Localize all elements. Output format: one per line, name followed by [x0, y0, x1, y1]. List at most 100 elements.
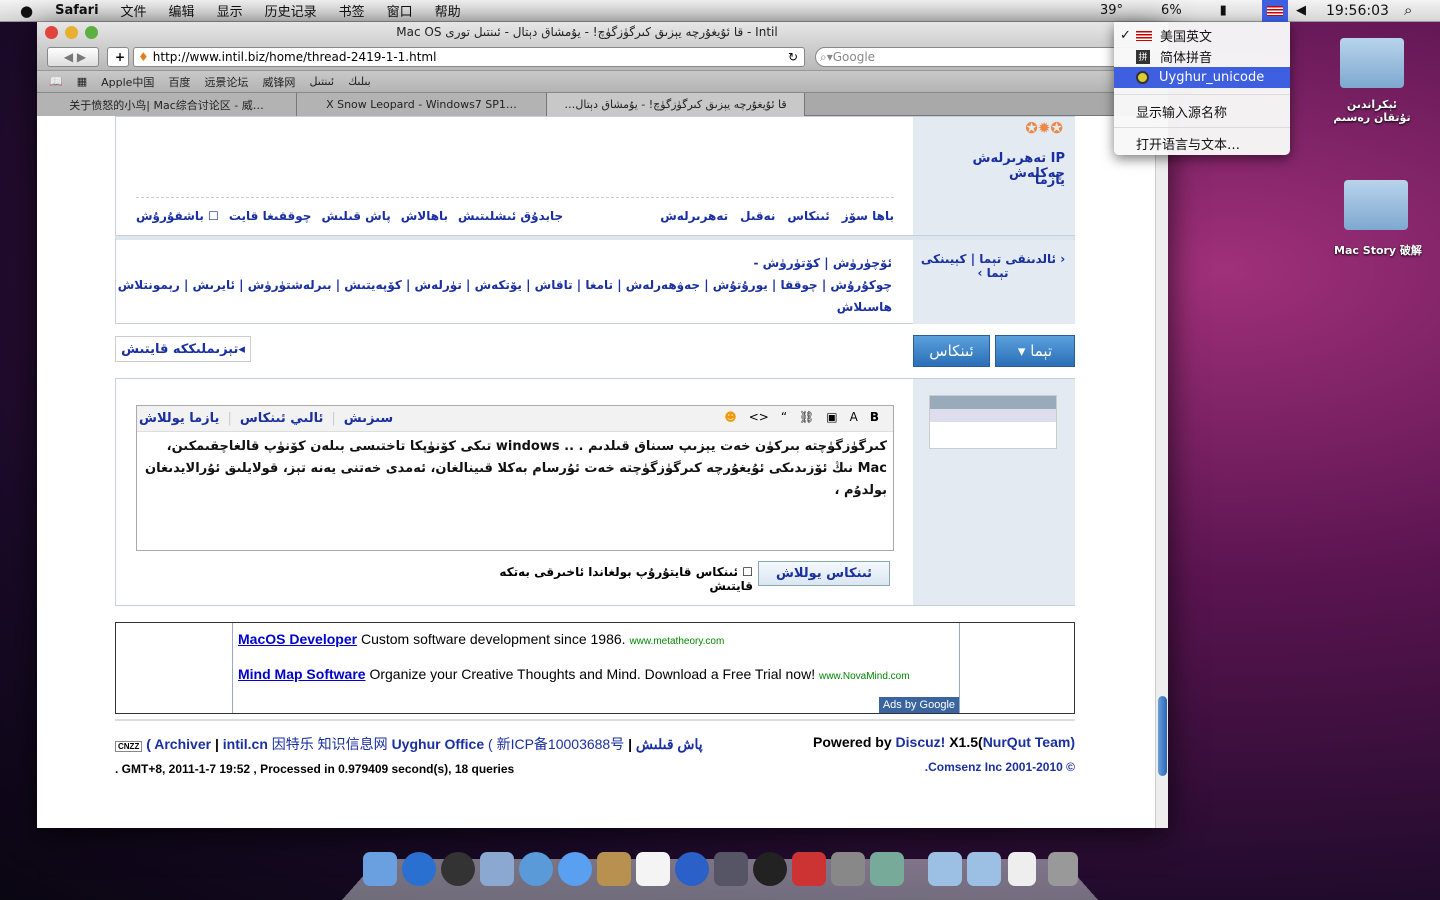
new-thread-button[interactable]: تېما ▾ — [995, 335, 1075, 367]
app-store-icon[interactable] — [402, 852, 436, 886]
ichat-icon[interactable] — [558, 852, 592, 886]
mod-link[interactable]: چوكۇرۇش | چوققا | يورۇتۇش | جەۋھەرلەش | … — [114, 274, 892, 296]
menu-help[interactable]: 帮助 — [435, 1, 461, 20]
copyright-link[interactable]: .Comsenz Inc 2001-2010 © — [925, 760, 1075, 774]
menu-item-show-names[interactable]: 显示输入源名称 — [1114, 101, 1290, 122]
quote-icon[interactable]: “ — [781, 410, 787, 424]
angry-birds-icon[interactable] — [792, 852, 826, 886]
team-link[interactable]: NurQut Team) — [983, 734, 1075, 750]
temp-readout[interactable]: 39° — [1100, 3, 1123, 18]
menu-item-open-prefs[interactable]: 打开语言与文本… — [1114, 133, 1290, 154]
editor-tab-advanced[interactable]: ئالىي ئىنكاس — [240, 411, 324, 426]
quote-link[interactable]: نەقىل — [740, 209, 775, 223]
manage-checkbox[interactable]: ☐ باشقۇرۇش — [136, 209, 219, 223]
reply-link[interactable]: ئىنكاس — [787, 209, 829, 223]
ad-url[interactable]: www.metatheory.com — [629, 636, 724, 647]
bold-icon[interactable]: B — [870, 410, 879, 424]
desktop-folder[interactable]: ئېكراندىن تۇتقان رەسىم — [1333, 38, 1412, 124]
editor-tab-post[interactable]: يازما يوللاش — [139, 411, 219, 426]
spaces-icon[interactable] — [714, 852, 748, 886]
dashboard-icon[interactable] — [441, 852, 475, 886]
bookmark[interactable]: بىلىك — [348, 75, 371, 88]
emoji-icon[interactable]: ☻ — [724, 410, 737, 424]
ical-icon[interactable] — [636, 852, 670, 886]
archiver-link[interactable]: ( Archiver — [146, 736, 211, 752]
add-bookmark-button[interactable]: + — [107, 47, 129, 67]
zoom-button[interactable] — [85, 26, 98, 39]
back-forward-buttons[interactable]: ◀ ▶ — [47, 47, 99, 67]
discuz-link[interactable]: Discuz! — [896, 734, 946, 750]
tab[interactable]: 关于愤怒的小鸟| Mac综合讨论区 - 威… — [37, 93, 297, 116]
address-bar[interactable]: ♦ http://www.intil.biz/home/thread-2419-… — [133, 47, 805, 67]
tab[interactable]: X Snow Leopard - Windows7 SP1… — [297, 93, 547, 116]
search-field[interactable]: ⌕▾ Google — [815, 47, 1145, 67]
scrollbar[interactable] — [1155, 116, 1168, 828]
menu-file[interactable]: 文件 — [121, 1, 147, 20]
report-link[interactable]: پاش قىلىش — [321, 209, 390, 223]
editor-tab-draw[interactable]: سىزىش — [344, 411, 393, 426]
font-color-icon[interactable]: A — [850, 410, 858, 424]
menu-app[interactable]: Safari — [55, 3, 98, 18]
rate-link[interactable]: باھالاش — [401, 209, 448, 223]
menu-edit[interactable]: 编辑 — [169, 1, 195, 20]
menu-window[interactable]: 窗口 — [387, 1, 413, 20]
spotlight-icon[interactable]: ⌕ — [1404, 1, 1412, 19]
minimize-button[interactable] — [65, 26, 78, 39]
menu-item-us-english[interactable]: ✓ 美国英文 — [1114, 25, 1290, 46]
bookmark[interactable]: Apple中国 — [101, 74, 154, 90]
bookmark[interactable]: ئىنتىل — [309, 75, 334, 88]
back-to-list-button[interactable]: ◂ تېزىملىككە قايتىش — [115, 336, 251, 362]
mod-link[interactable]: ھاسىلاش — [114, 296, 892, 318]
cnzz-icon[interactable]: CNZZ — [115, 741, 143, 752]
link-icon[interactable]: ⛓ — [799, 410, 814, 424]
address-book-icon[interactable] — [597, 852, 631, 886]
mail-icon[interactable] — [480, 852, 514, 886]
safari-icon[interactable] — [519, 852, 553, 886]
qq-icon[interactable] — [753, 852, 787, 886]
reply-button[interactable]: ئىنكاس — [913, 335, 990, 367]
apple-icon[interactable]: ● — [20, 2, 33, 20]
reading-list-icon[interactable]: 📖 — [49, 75, 63, 88]
iphoto-icon[interactable] — [870, 852, 904, 886]
code-icon[interactable]: <> — [749, 410, 769, 424]
mod-link[interactable]: ئۆچۈرۈش | كۆتۈرۈش - — [114, 252, 892, 274]
image-icon[interactable]: ▣ — [826, 410, 837, 424]
reload-icon[interactable]: ↻ — [788, 50, 798, 64]
system-preferences-icon[interactable] — [831, 852, 865, 886]
ban-post-link[interactable]: يازما — [1035, 173, 1065, 188]
report-link[interactable]: پاش قىلىش — [636, 736, 703, 752]
site-cn-link[interactable]: 因特乐 知识信息网 — [272, 736, 388, 752]
office-link[interactable]: Uyghur Office — [392, 736, 485, 752]
menu-item-pinyin[interactable]: 拼简体拼音 — [1114, 46, 1290, 67]
tools-link[interactable]: جابدۇق ئىشلىتىش — [458, 209, 563, 223]
ad-link[interactable]: Mind Map Software — [238, 666, 366, 682]
close-button[interactable] — [45, 26, 58, 39]
menu-history[interactable]: 历史记录 — [265, 1, 317, 20]
return-last-page-checkbox[interactable]: ☐ ئىنكاس قايتۇرۇپ بولغاندا ئاخىرقى بەتكە… — [478, 565, 753, 593]
ad-url[interactable]: www.NovaMind.com — [819, 671, 910, 682]
downloads-icon[interactable] — [1008, 852, 1036, 886]
bookmark[interactable]: 威锋网 — [262, 74, 295, 90]
finder-icon[interactable] — [363, 852, 397, 886]
ads-by-google[interactable]: Ads by Google — [878, 697, 959, 713]
trash-icon[interactable] — [1048, 852, 1078, 886]
cpu-readout[interactable]: 6% — [1161, 3, 1182, 18]
volume-icon[interactable]: ◀ — [1296, 3, 1306, 18]
input-menu-flag-icon[interactable] — [1262, 0, 1288, 22]
scroll-thumb[interactable] — [1158, 696, 1167, 776]
itunes-icon[interactable] — [675, 852, 709, 886]
prev-next-thread[interactable]: ‹ ئالدىنقى تېما | كېيىنكى تېما › — [918, 252, 1068, 280]
site-link[interactable]: intil.cn — [223, 736, 268, 752]
top-link[interactable]: چوققىغا قايت — [229, 209, 312, 223]
bookmark[interactable]: 远景论坛 — [204, 74, 248, 90]
submit-reply-button[interactable]: ئىنكاس يوللاش — [758, 561, 890, 586]
clock[interactable]: 19:56:03 — [1326, 3, 1389, 19]
memory-icon[interactable]: ▮ — [1220, 3, 1227, 18]
tab-active[interactable]: قا ئۇيغۇرچە يېزىق كىرگۈزگۈچ! - يۇمشاق دې… — [547, 93, 805, 116]
menu-view[interactable]: 显示 — [217, 1, 243, 20]
documents-folder-icon[interactable] — [967, 852, 1001, 886]
rate-link[interactable]: باھا سۆز — [842, 209, 894, 223]
top-sites-icon[interactable]: ▦ — [77, 75, 87, 88]
reply-textarea[interactable]: كىرگۈزگۈچتە بىركۈن خەت يېزىپ سىناق قىلدى… — [137, 432, 893, 506]
applications-folder-icon[interactable] — [928, 852, 962, 886]
